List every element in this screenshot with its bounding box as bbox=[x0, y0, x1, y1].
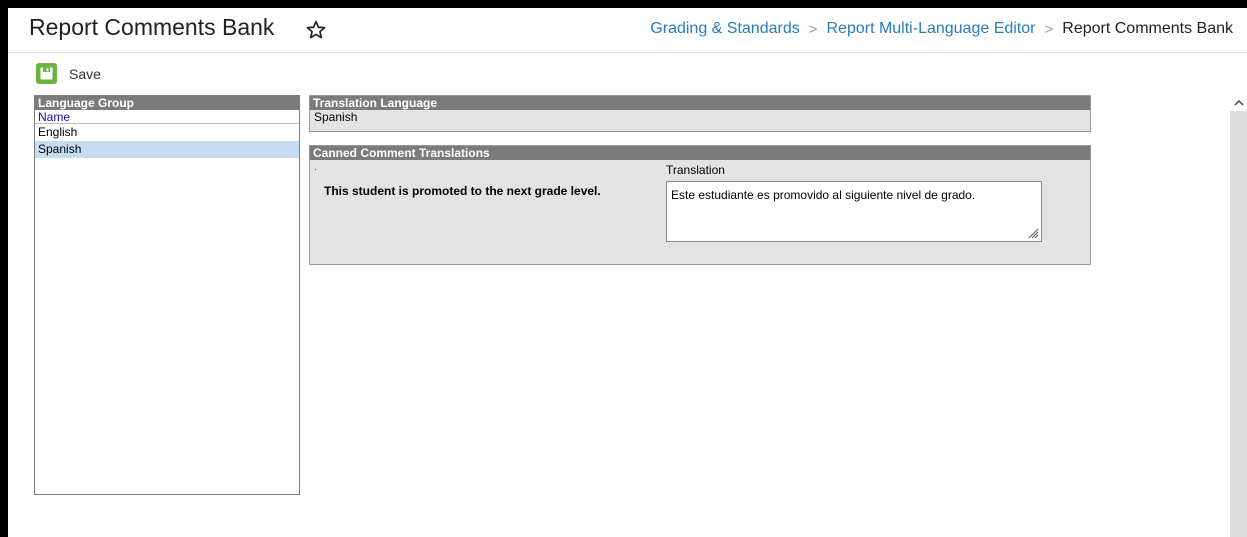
list-item-spanish[interactable]: Spanish bbox=[35, 141, 299, 158]
page-header: Report Comments Bank Grading & Standards… bbox=[8, 8, 1247, 53]
name-column-header[interactable]: Name bbox=[35, 110, 299, 124]
list-item-english[interactable]: English bbox=[35, 124, 299, 141]
translation-label: Translation bbox=[666, 163, 725, 177]
breadcrumb-separator: > bbox=[808, 20, 818, 38]
translation-language-value: Spanish bbox=[314, 110, 358, 124]
translation-language-panel: Translation Language Spanish bbox=[309, 95, 1091, 132]
canned-comment-translations-panel: Canned Comment Translations . This stude… bbox=[309, 145, 1091, 265]
vertical-scrollbar[interactable] bbox=[1230, 94, 1247, 537]
row-marker: . bbox=[314, 162, 317, 173]
breadcrumb: Grading & Standards > Report Multi-Langu… bbox=[650, 20, 1233, 38]
chevron-up-icon bbox=[1233, 99, 1244, 106]
floppy-disk-icon bbox=[36, 63, 57, 84]
translation-textarea[interactable]: Este estudiante es promovido al siguient… bbox=[666, 181, 1042, 242]
save-button[interactable]: Save bbox=[36, 63, 101, 84]
language-group-header: Language Group bbox=[35, 96, 299, 110]
translation-text: Este estudiante es promovido al siguient… bbox=[671, 188, 976, 202]
app-window: Report Comments Bank Grading & Standards… bbox=[8, 8, 1247, 537]
translation-language-header: Translation Language bbox=[310, 96, 1090, 110]
canned-comment-header: Canned Comment Translations bbox=[310, 146, 1090, 160]
language-group-panel: Language Group Name English Spanish bbox=[34, 95, 300, 495]
breadcrumb-separator: > bbox=[1044, 20, 1054, 38]
breadcrumb-current: Report Comments Bank bbox=[1062, 20, 1233, 37]
save-label: Save bbox=[69, 65, 101, 82]
canned-comment-text: This student is promoted to the next gra… bbox=[324, 184, 601, 198]
resize-grip-icon[interactable] bbox=[1027, 227, 1039, 239]
star-outline-icon[interactable] bbox=[305, 19, 327, 41]
breadcrumb-multi-language-editor[interactable]: Report Multi-Language Editor bbox=[826, 20, 1035, 38]
page-title: Report Comments Bank bbox=[29, 14, 275, 40]
scroll-up-button[interactable] bbox=[1230, 94, 1247, 111]
breadcrumb-grading-standards[interactable]: Grading & Standards bbox=[650, 20, 799, 38]
